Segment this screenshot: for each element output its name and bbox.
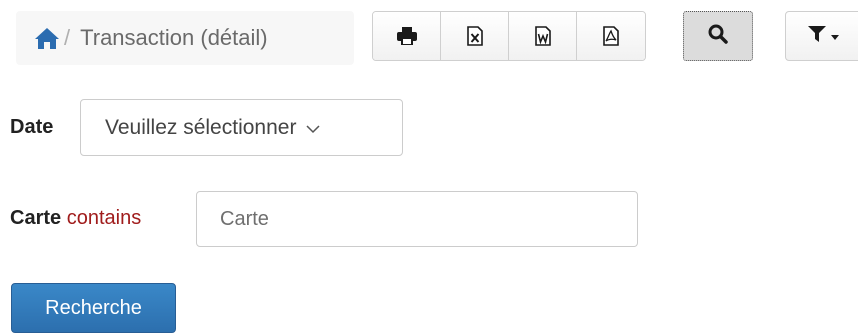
breadcrumb: / Transaction (détail) xyxy=(16,11,354,65)
date-select[interactable]: Veuillez sélectionner xyxy=(80,99,403,156)
chevron-down-icon xyxy=(306,116,320,140)
filter-dropdown-button[interactable] xyxy=(785,11,858,61)
caret-down-icon xyxy=(831,27,839,45)
search-submit-button[interactable]: Recherche xyxy=(11,283,176,333)
excel-icon xyxy=(466,26,483,46)
print-button[interactable] xyxy=(373,12,441,60)
carte-filter-label: Carte contains xyxy=(10,207,141,230)
operator-label: contains xyxy=(66,207,142,229)
export-toolbar xyxy=(372,11,646,61)
search-toggle-button[interactable] xyxy=(683,11,753,61)
print-icon xyxy=(396,27,417,45)
pdf-export-button[interactable] xyxy=(577,12,645,60)
carte-label: Carte xyxy=(10,207,62,229)
word-export-button[interactable] xyxy=(509,12,577,60)
word-icon xyxy=(534,26,551,46)
date-label: Date xyxy=(10,116,54,138)
filter-icon xyxy=(808,25,826,47)
home-icon[interactable] xyxy=(34,26,60,50)
carte-input[interactable] xyxy=(196,191,638,247)
date-select-value: Veuillez sélectionner xyxy=(105,115,297,139)
breadcrumb-separator: / xyxy=(64,25,71,50)
search-icon xyxy=(708,24,728,49)
breadcrumb-current: Transaction (détail) xyxy=(80,25,268,50)
pdf-icon xyxy=(603,26,619,46)
excel-export-button[interactable] xyxy=(441,12,509,60)
